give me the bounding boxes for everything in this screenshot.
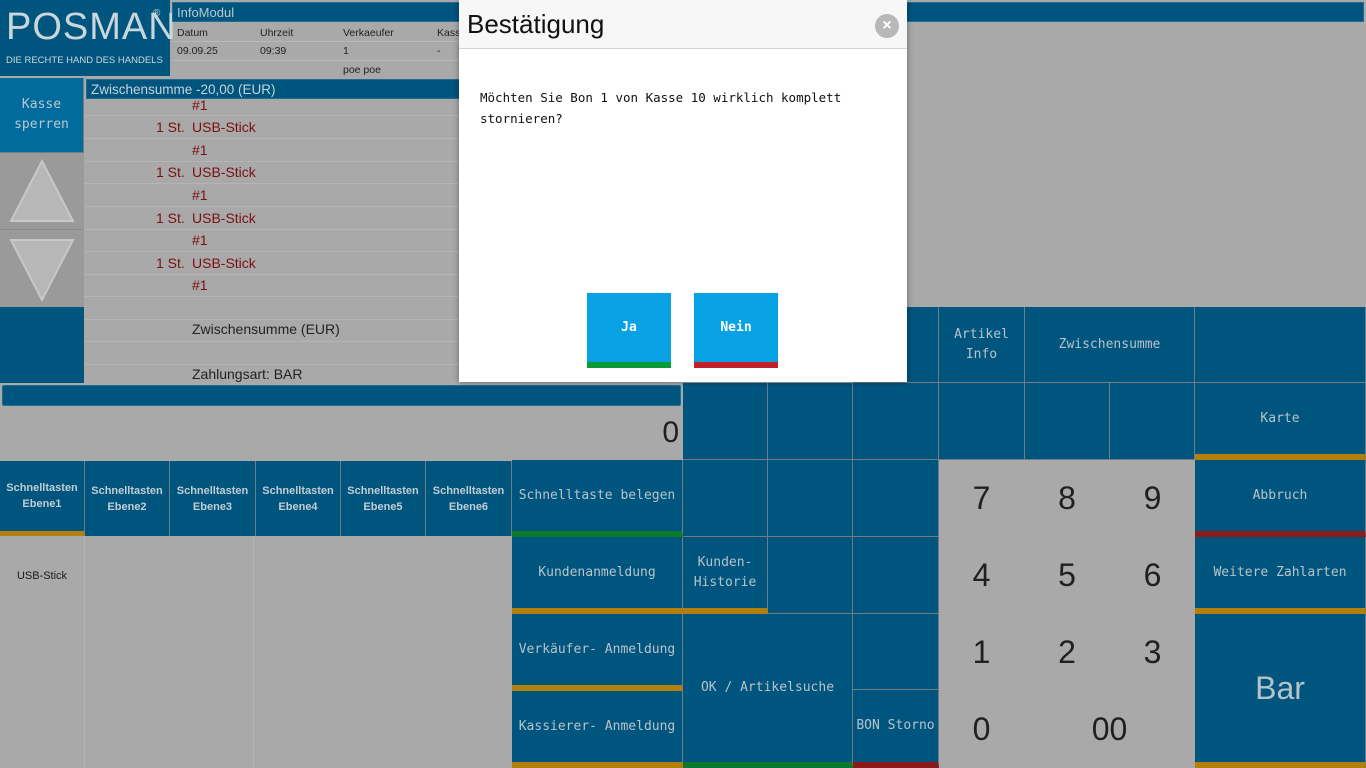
modal-overlay: Bestätigung × Möchten Sie Bon 1 von Kass…: [0, 0, 1366, 768]
close-icon: ×: [882, 17, 892, 34]
dialog-title: Bestätigung: [467, 9, 605, 39]
dialog-header: Bestätigung ×: [459, 0, 907, 49]
dialog-close-button[interactable]: ×: [875, 14, 899, 38]
dialog-message: Möchten Sie Bon 1 von Kasse 10 wirklich …: [480, 90, 842, 126]
dialog-no-label: Nein: [720, 320, 752, 335]
dialog-no-button[interactable]: Nein: [694, 293, 778, 368]
dialog-yes-label: Ja: [621, 320, 637, 335]
dialog-yes-button[interactable]: Ja: [587, 293, 671, 368]
confirmation-dialog: Bestätigung × Möchten Sie Bon 1 von Kass…: [459, 0, 907, 382]
